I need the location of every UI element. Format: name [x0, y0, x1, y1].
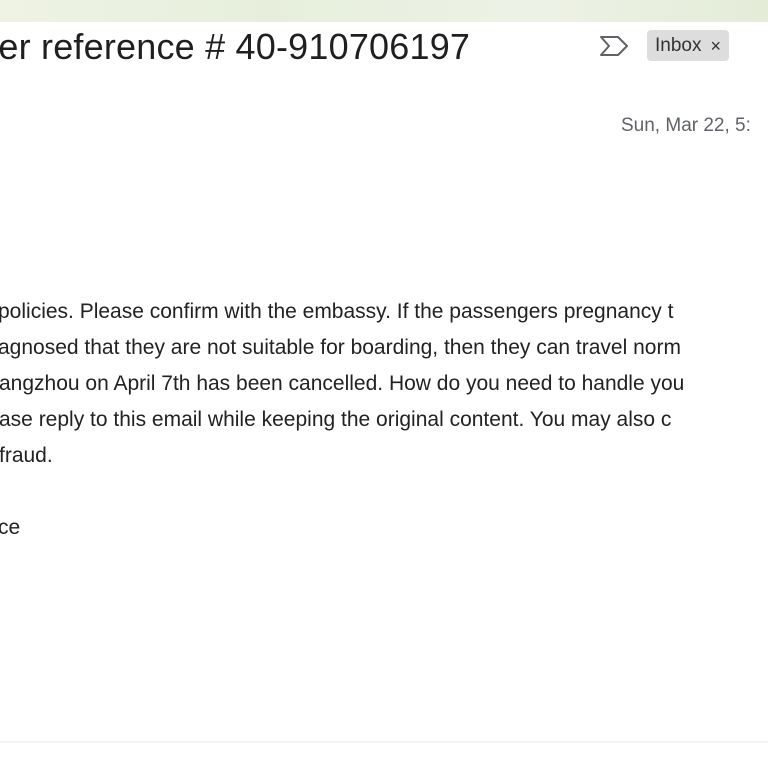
subject-row: omer reference # 40-910706197 Inbox × — [0, 22, 768, 72]
importance-marker-icon[interactable] — [598, 34, 630, 58]
body-line: angzhou on April 7th has been cancelled.… — [0, 366, 768, 402]
remove-label-button[interactable]: × — [710, 37, 721, 55]
body-line-text: angzhou on April 7th has been cancelled.… — [0, 372, 685, 395]
signature-line: ce — [0, 510, 768, 546]
signature-text: ce — [0, 516, 21, 539]
divider — [0, 741, 768, 743]
label-chip-text: Inbox — [655, 34, 702, 56]
label-chip-inbox[interactable]: Inbox × — [647, 30, 729, 61]
body-line-text: ase reply to this email while keeping th… — [0, 408, 672, 431]
body-line-text: agnosed that they are not suitable for b… — [0, 336, 681, 359]
email-body: policies. Please confirm with the embass… — [0, 294, 768, 546]
top-banner-strip — [0, 0, 768, 22]
body-line-text: policies. Please confirm with the embass… — [0, 300, 674, 323]
body-line: ase reply to this email while keeping th… — [0, 402, 768, 438]
body-line: fraud. — [0, 438, 768, 474]
body-line-text: fraud. — [0, 444, 53, 467]
body-line: policies. Please confirm with the embass… — [0, 294, 768, 330]
body-line: agnosed that they are not suitable for b… — [0, 330, 768, 366]
email-subject: omer reference # 40-910706197 — [0, 26, 471, 67]
email-date: Sun, Mar 22, 5: — [621, 115, 751, 136]
email-view: omer reference # 40-910706197 Inbox × Su… — [0, 0, 768, 768]
